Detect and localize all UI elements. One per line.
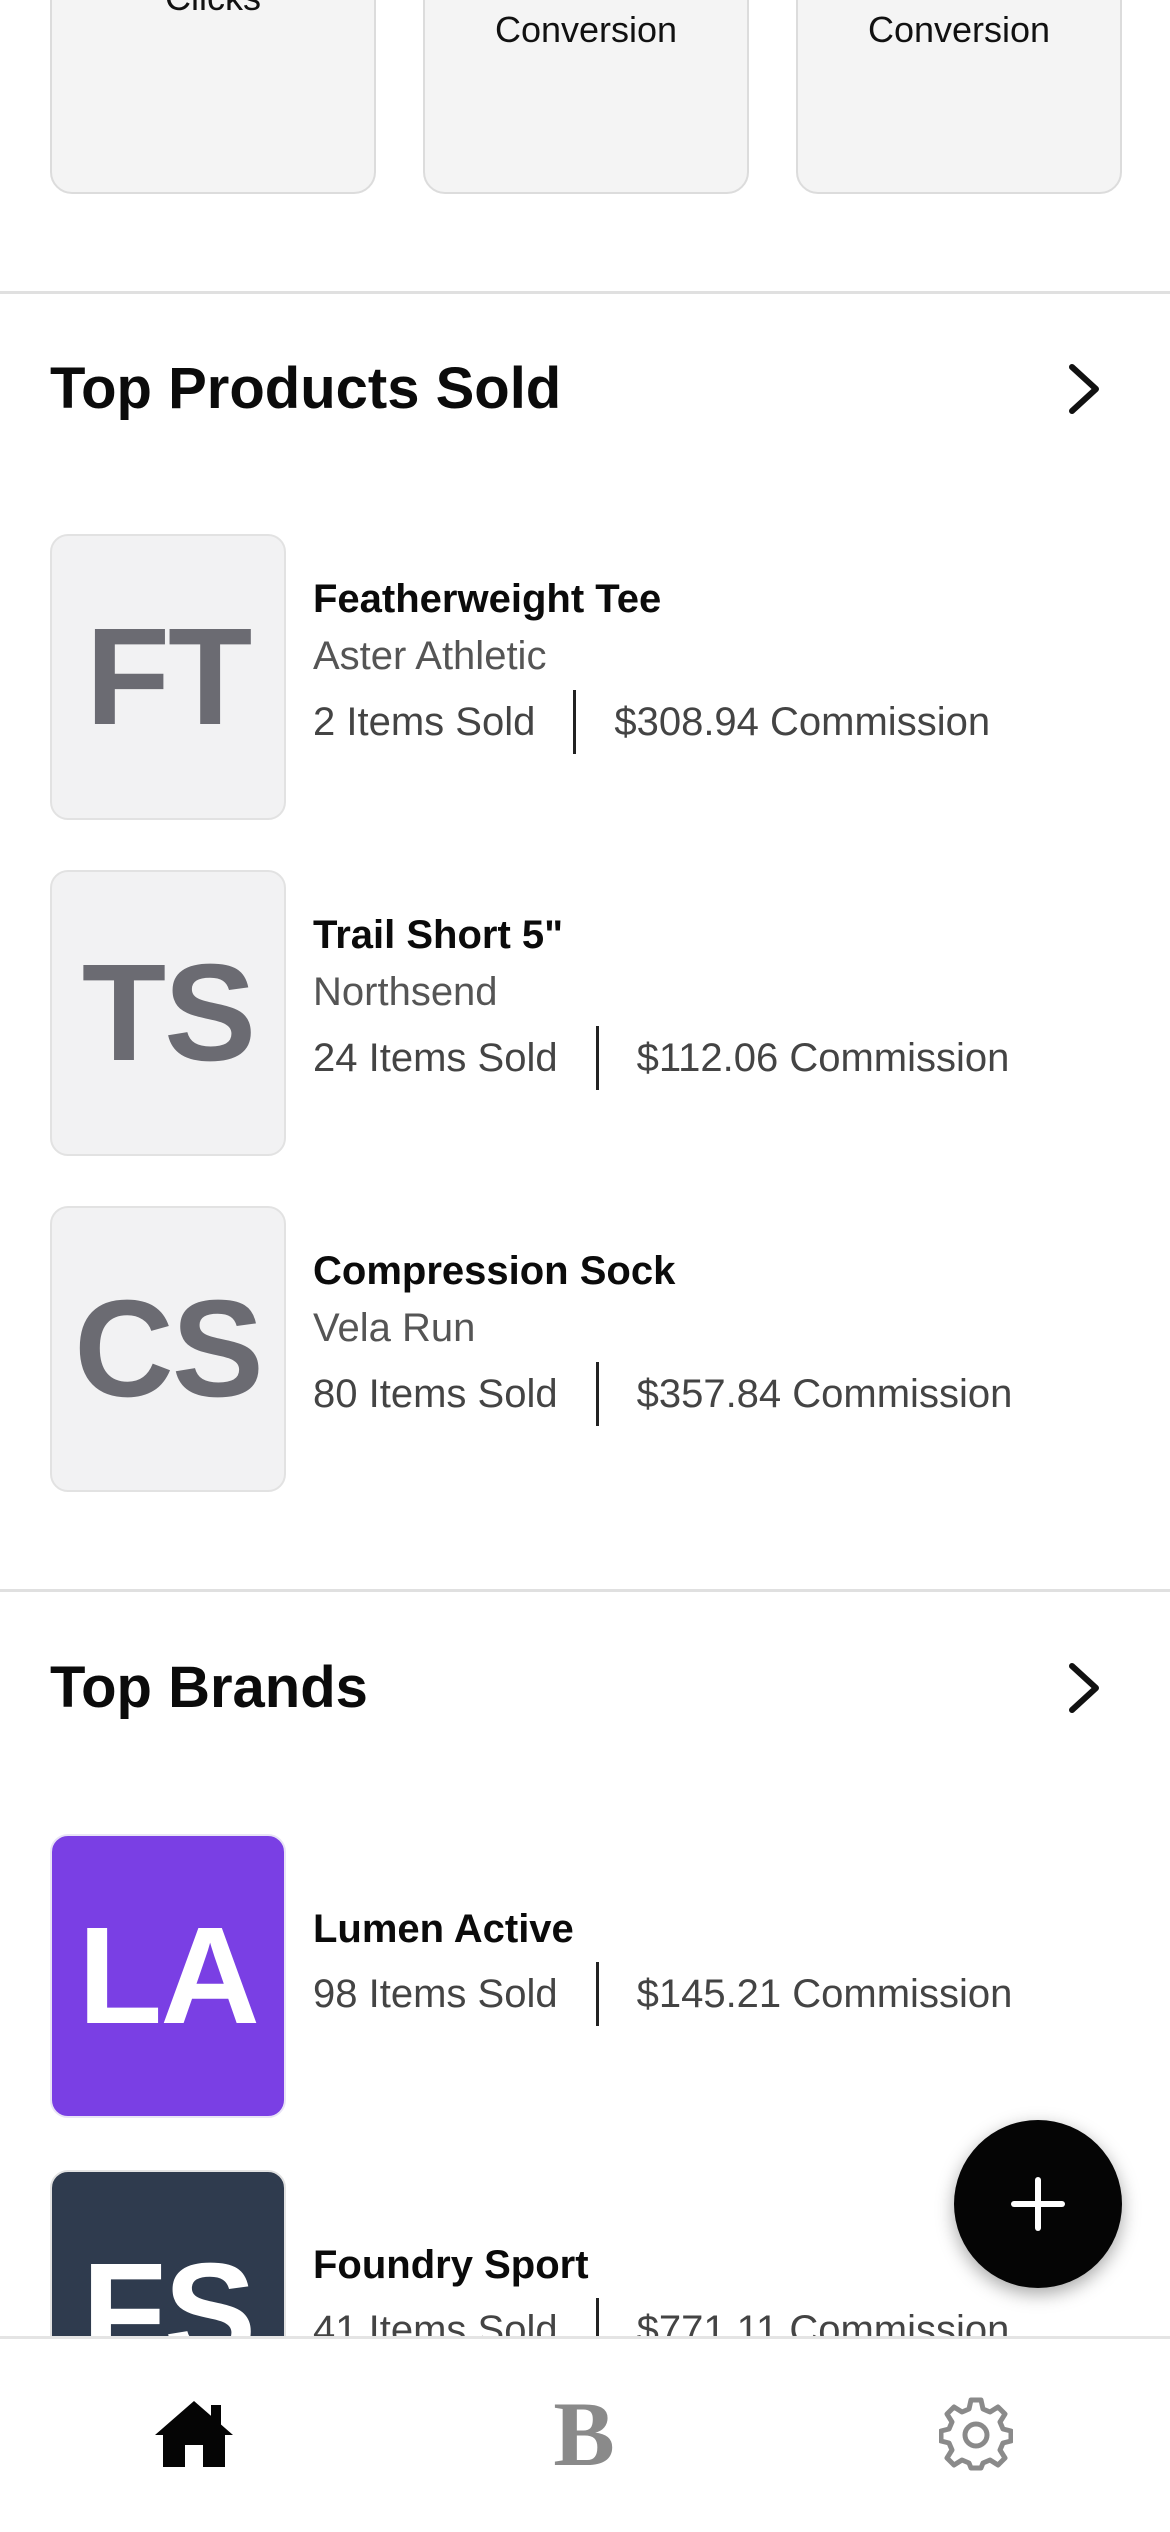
product-stats: 24 Items Sold $112.06 Commission [313,1026,1009,1090]
add-button[interactable] [954,2120,1122,2288]
stat-separator [573,690,577,754]
stat-separator [595,1362,599,1426]
items-sold: 80 Items Sold [313,1372,558,1416]
commission: $145.21 Commission [636,1972,1013,2016]
stat-label: Conversion [494,9,678,50]
stat-card-conversion-2[interactable]: Conversion [796,0,1122,194]
product-brand: Northsend [313,970,498,1014]
plus-icon [1011,2177,1065,2231]
product-brand: Vela Run [313,1306,476,1350]
stat-label: Clicks [52,0,374,18]
chevron-right-icon[interactable] [1060,359,1108,419]
tab-home[interactable] [134,2379,254,2489]
product-thumbnail: FT [50,534,286,820]
brands-icon: B [553,2383,615,2485]
stat-card-clicks[interactable]: Clicks [50,0,376,194]
commission: $357.84 Commission [636,1372,1013,1416]
brand-stats: 98 Items Sold $145.21 Commission [313,1962,1012,2026]
chevron-right-icon[interactable] [1060,1658,1108,1718]
product-thumbnail: TS [50,870,286,1156]
commission: $112.06 Commission [636,1036,1010,1080]
gear-icon [939,2397,1013,2471]
product-name: Compression Sock [313,1249,676,1293]
stat-separator [595,1026,599,1090]
product-name: Featherweight Tee [313,577,662,621]
tab-brands[interactable]: B [524,2379,644,2489]
items-sold: 98 Items Sold [313,1972,558,2016]
brand-name: Lumen Active [313,1907,574,1951]
section-divider [0,1589,1170,1592]
stat-separator [595,1962,599,2026]
product-name: Trail Short 5" [313,913,564,957]
items-sold: 24 Items Sold [313,1036,558,1080]
brand-logo: LA [50,1834,286,2118]
items-sold: 2 Items Sold [313,700,536,744]
commission: $308.94 Commission [614,700,991,744]
section-title: Top Products Sold [50,356,562,421]
product-stats: 80 Items Sold $357.84 Commission [313,1362,1012,1426]
brand-name: Foundry Sport [313,2243,589,2287]
section-title: Top Brands [50,1655,368,1720]
product-brand: Aster Athletic [313,634,547,678]
bottom-tab-bar: B [0,2336,1170,2532]
analytics-screen: Clicks Conversion Conversion Top Product… [0,0,1170,2532]
section-divider [0,291,1170,294]
stat-label: Conversion [867,9,1051,50]
product-thumbnail: CS [50,1206,286,1492]
product-stats: 2 Items Sold $308.94 Commission [313,690,990,754]
stat-card-conversion[interactable]: Conversion [423,0,749,194]
tab-settings[interactable] [916,2379,1036,2489]
home-icon [155,2401,233,2467]
